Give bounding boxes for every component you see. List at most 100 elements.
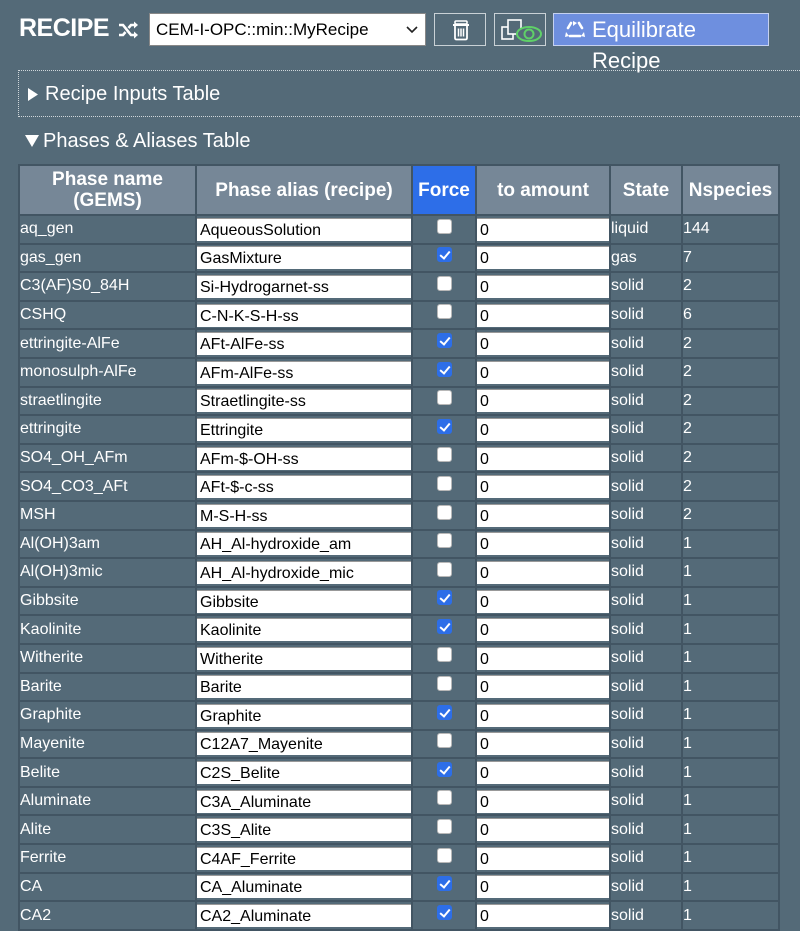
compare-view-button[interactable]	[494, 13, 546, 46]
force-checkbox[interactable]	[436, 790, 452, 806]
force-checkbox[interactable]	[436, 733, 452, 749]
force-checkbox[interactable]	[436, 647, 452, 663]
delete-recipe-button[interactable]	[434, 13, 486, 46]
col-force[interactable]: Force	[411, 164, 477, 216]
phase-alias-input[interactable]: Kaolinite	[197, 618, 411, 642]
phase-alias-input[interactable]: AFt-AlFe-ss	[197, 332, 411, 356]
phase-alias-input[interactable]: AFm-$-OH-ss	[197, 446, 411, 470]
to-amount-input[interactable]: 0	[477, 417, 609, 441]
force-checkbox[interactable]	[436, 332, 452, 348]
to-amount-input[interactable]: 0	[477, 703, 609, 727]
phase-alias-input[interactable]: Barite	[197, 675, 411, 699]
phase-alias-input[interactable]: AFm-AlFe-ss	[197, 360, 411, 384]
to-amount-input[interactable]: 0	[477, 732, 609, 756]
to-amount-input[interactable]: 0	[477, 675, 609, 699]
force-checkbox[interactable]	[436, 475, 452, 491]
to-amount-input[interactable]: 0	[477, 789, 609, 813]
force-checkbox[interactable]	[436, 218, 452, 234]
to-amount-input[interactable]: 0	[477, 818, 609, 842]
phase-alias-input[interactable]: C3S_Alite	[197, 818, 411, 842]
to-amount-input[interactable]: 0	[477, 532, 609, 556]
phase-alias-input[interactable]: Gibbsite	[197, 589, 411, 613]
phase-name: Graphite	[18, 700, 197, 731]
force-checkbox[interactable]	[436, 676, 452, 692]
to-amount-input[interactable]: 0	[477, 904, 609, 928]
force-checkbox[interactable]	[436, 847, 452, 863]
force-checkbox[interactable]	[436, 761, 452, 777]
phase-name: Aluminate	[18, 785, 197, 817]
amount-cell: 0	[475, 442, 611, 474]
phase-alias-input[interactable]: C12A7_Mayenite	[197, 732, 411, 756]
force-checkbox[interactable]	[436, 275, 452, 291]
recipe-select[interactable]: CEM-I-OPC::min::MyRecipe	[149, 13, 426, 46]
phase-alias-input[interactable]: C4AF_Ferrite	[197, 846, 411, 870]
phase-alias-input[interactable]: Si-Hydrogarnet-ss	[197, 274, 411, 298]
shuffle-icon[interactable]	[117, 19, 139, 41]
phase-alias-input[interactable]: Graphite	[197, 703, 411, 727]
phase-alias-input[interactable]: C3A_Aluminate	[197, 789, 411, 813]
force-cell	[411, 843, 477, 874]
phase-state: solid	[609, 757, 683, 788]
phase-alias-input[interactable]: AH_Al-hydroxide_am	[197, 532, 411, 556]
force-checkbox[interactable]	[436, 704, 452, 720]
col-to-amount[interactable]: to amount	[475, 164, 611, 216]
to-amount-input[interactable]: 0	[477, 475, 609, 499]
to-amount-input[interactable]: 0	[477, 303, 609, 327]
phase-alias-input[interactable]: CA_Aluminate	[197, 875, 411, 899]
phase-alias-input[interactable]: Ettringite	[197, 417, 411, 441]
phase-alias-input[interactable]: C2S_Belite	[197, 761, 411, 785]
phase-alias-input[interactable]: Straetlingite-ss	[197, 389, 411, 413]
to-amount-input[interactable]: 0	[477, 618, 609, 642]
force-checkbox[interactable]	[436, 561, 452, 577]
amount-cell: 0	[475, 299, 611, 331]
force-checkbox[interactable]	[436, 876, 452, 892]
to-amount-input[interactable]: 0	[477, 560, 609, 584]
phase-alias-input[interactable]: AH_Al-hydroxide_mic	[197, 560, 411, 584]
to-amount-input[interactable]: 0	[477, 446, 609, 470]
to-amount-input[interactable]: 0	[477, 846, 609, 870]
phase-alias-input[interactable]: GasMixture	[197, 246, 411, 270]
phase-alias-input[interactable]: CA2_Aluminate	[197, 904, 411, 928]
force-checkbox[interactable]	[436, 304, 452, 320]
phase-name: Al(OH)3am	[18, 528, 197, 560]
force-checkbox[interactable]	[436, 247, 452, 263]
phase-alias-input[interactable]: Witherite	[197, 646, 411, 670]
phase-nspecies: 2	[681, 271, 780, 302]
phase-nspecies: 1	[681, 871, 780, 903]
col-state[interactable]: State	[609, 164, 683, 216]
to-amount-input[interactable]: 0	[477, 332, 609, 356]
force-checkbox[interactable]	[436, 447, 452, 463]
force-checkbox[interactable]	[436, 618, 452, 634]
force-checkbox[interactable]	[436, 390, 452, 406]
to-amount-input[interactable]: 0	[477, 389, 609, 413]
force-checkbox[interactable]	[436, 361, 452, 377]
force-checkbox[interactable]	[436, 418, 452, 434]
force-cell	[411, 471, 477, 502]
phase-alias-input[interactable]: C-N-K-S-H-ss	[197, 303, 411, 327]
to-amount-input[interactable]: 0	[477, 589, 609, 613]
to-amount-input[interactable]: 0	[477, 875, 609, 899]
to-amount-input[interactable]: 0	[477, 246, 609, 270]
phase-alias-input[interactable]: AFt-$-c-ss	[197, 475, 411, 499]
force-checkbox[interactable]	[436, 533, 452, 549]
force-cell	[411, 499, 477, 531]
to-amount-input[interactable]: 0	[477, 217, 609, 241]
phase-alias-input[interactable]: M-S-H-ss	[197, 503, 411, 527]
phase-alias-cell: AFt-$-c-ss	[195, 471, 413, 502]
force-checkbox[interactable]	[436, 819, 452, 835]
col-nspecies[interactable]: Nspecies	[681, 164, 780, 216]
to-amount-input[interactable]: 0	[477, 503, 609, 527]
to-amount-input[interactable]: 0	[477, 646, 609, 670]
phase-alias-input[interactable]: AqueousSolution	[197, 217, 411, 241]
phase-alias-cell: C4AF_Ferrite	[195, 843, 413, 874]
force-checkbox[interactable]	[436, 904, 452, 920]
col-phase-alias[interactable]: Phase alias (recipe)	[195, 164, 413, 216]
to-amount-input[interactable]: 0	[477, 360, 609, 384]
force-checkbox[interactable]	[436, 504, 452, 520]
col-phase-name[interactable]: Phase name (GEMS)	[18, 164, 197, 216]
to-amount-input[interactable]: 0	[477, 761, 609, 785]
equilibrate-recipe-button[interactable]: Equilibrate Recipe	[553, 13, 769, 73]
to-amount-input[interactable]: 0	[477, 274, 609, 298]
recipe-inputs-section-toggle[interactable]: Recipe Inputs Table	[18, 70, 800, 117]
force-checkbox[interactable]	[436, 590, 452, 606]
